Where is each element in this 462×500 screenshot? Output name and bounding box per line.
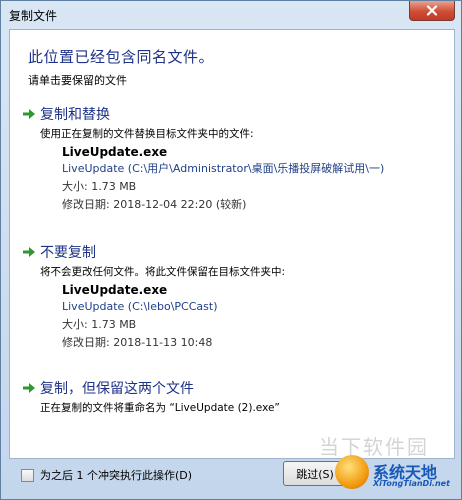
option-title: 复制，但保留这两个文件 — [40, 381, 194, 397]
file-name: LiveUpdate.exe — [62, 145, 168, 159]
option-dont-copy[interactable]: 不要复制 将不会更改任何文件。将此文件保留在目标文件夹中: LiveUpdate… — [22, 242, 442, 349]
file-path: LiveUpdate (C:\lebo\PCCast) — [62, 300, 218, 313]
green-arrow-icon — [23, 109, 35, 119]
option-keep-both[interactable]: 复制，但保留这两个文件 正在复制的文件将重命名为 “LiveUpdate (2)… — [22, 378, 442, 420]
green-arrow-icon — [23, 247, 35, 257]
option-copy-and-replace[interactable]: 复制和替换 使用正在复制的文件替换目标文件夹中的文件: LiveUpdate.e… — [22, 104, 442, 211]
watermark-faded-text: 当下软件园 — [319, 435, 429, 459]
watermark-logo-icon — [335, 455, 369, 489]
apply-to-all-label: 为之后 1 个冲突执行此操作(D) — [40, 469, 193, 482]
green-arrow-icon — [23, 383, 35, 393]
file-size: 大小: 1.73 MB — [62, 318, 137, 331]
file-name: LiveUpdate.exe — [62, 283, 168, 297]
file-modified: 修改日期: 2018-11-13 10:48 — [62, 336, 213, 349]
title-bar[interactable]: 复制文件 — [1, 1, 461, 27]
close-icon — [426, 5, 438, 16]
option-description: 正在复制的文件将重命名为 “LiveUpdate (2).exe” — [40, 402, 280, 414]
file-info: LiveUpdate.exe LiveUpdate (C:\lebo\PCCas… — [62, 282, 218, 352]
file-modified: 修改日期: 2018-12-04 22:20 (较新) — [62, 198, 247, 211]
file-path: LiveUpdate (C:\用户\Administrator\桌面\乐播投屏破… — [62, 162, 385, 175]
dialog-content: 此位置已经包含同名文件。 请单击要保留的文件 复制和替换 使用正在复制的文件替换… — [9, 29, 455, 459]
close-button[interactable] — [409, 1, 455, 21]
dialog-subheading: 请单击要保留的文件 — [28, 74, 127, 87]
option-title: 不要复制 — [40, 245, 96, 261]
dialog-heading: 此位置已经包含同名文件。 — [28, 48, 215, 66]
copy-file-dialog: 复制文件 此位置已经包含同名文件。 请单击要保留的文件 复制和替换 使用正在复制… — [0, 0, 462, 500]
option-description: 将不会更改任何文件。将此文件保留在目标文件夹中: — [40, 266, 286, 278]
watermark-url: XiTongTianDi.net — [373, 479, 450, 488]
apply-to-all-checkbox[interactable] — [21, 468, 34, 482]
file-size: 大小: 1.73 MB — [62, 180, 137, 193]
watermark: 当下软件园 系统天地 XiTongTianDi.net — [299, 431, 459, 497]
window-title: 复制文件 — [9, 9, 58, 23]
option-description: 使用正在复制的文件替换目标文件夹中的文件: — [40, 128, 254, 140]
option-title: 复制和替换 — [40, 107, 110, 123]
apply-to-all-row[interactable]: 为之后 1 个冲突执行此操作(D) — [21, 467, 192, 483]
file-info: LiveUpdate.exe LiveUpdate (C:\用户\Adminis… — [62, 144, 384, 214]
